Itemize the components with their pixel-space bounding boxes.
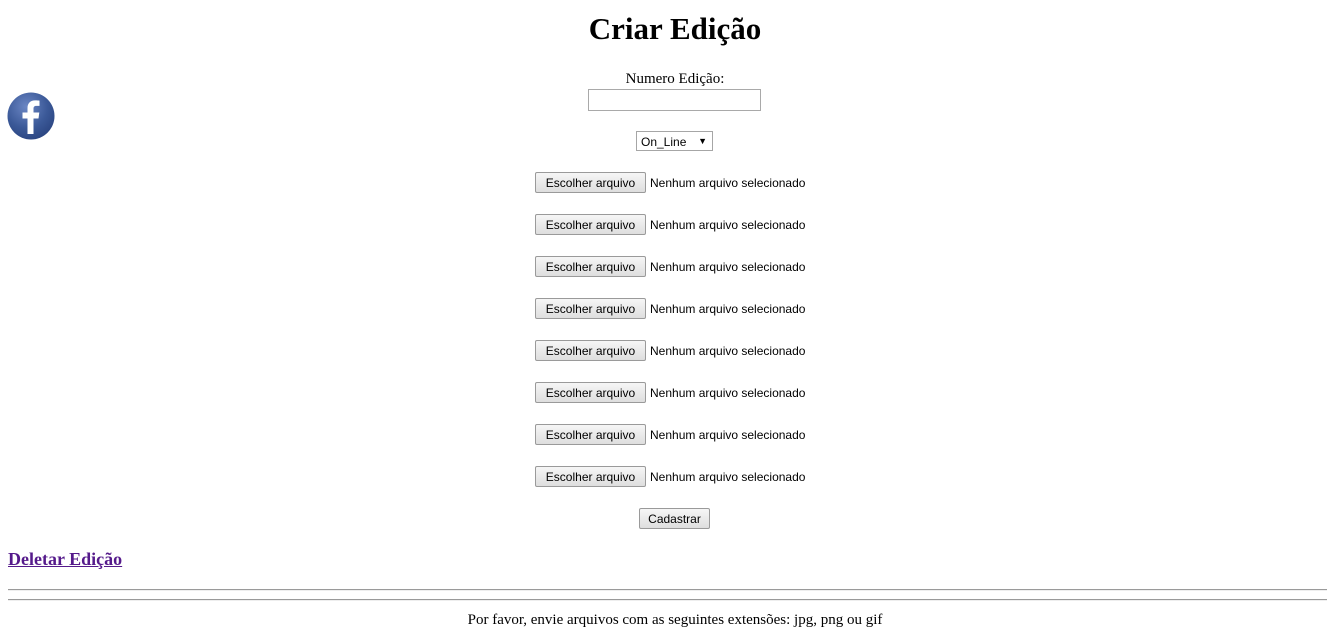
type-select-value: On_Line: [641, 135, 687, 149]
choose-file-button[interactable]: Escolher arquivo: [535, 466, 646, 487]
file-status-text: Nenhum arquivo selecionado: [650, 259, 806, 274]
divider: [8, 599, 1327, 601]
choose-file-button[interactable]: Escolher arquivo: [535, 172, 646, 193]
number-input[interactable]: [588, 89, 761, 111]
type-select[interactable]: On_Line ▼: [636, 131, 713, 151]
page-title: Criar Edição: [588, 11, 762, 46]
file-status-text: Nenhum arquivo selecionado: [650, 469, 806, 484]
facebook-icon[interactable]: [7, 92, 55, 140]
file-status-text: Nenhum arquivo selecionado: [650, 217, 806, 232]
file-input-row: Escolher arquivo Nenhum arquivo selecion…: [535, 298, 805, 319]
number-field-label: Numero Edição:: [625, 71, 725, 87]
choose-file-button[interactable]: Escolher arquivo: [535, 298, 646, 319]
delete-edition-link[interactable]: Deletar Edição: [8, 548, 122, 570]
file-input-row: Escolher arquivo Nenhum arquivo selecion…: [535, 382, 805, 403]
file-status-text: Nenhum arquivo selecionado: [650, 427, 806, 442]
file-input-row: Escolher arquivo Nenhum arquivo selecion…: [535, 340, 805, 361]
choose-file-button[interactable]: Escolher arquivo: [535, 424, 646, 445]
choose-file-button[interactable]: Escolher arquivo: [535, 214, 646, 235]
dropdown-arrow-icon: ▼: [698, 136, 707, 146]
file-status-text: Nenhum arquivo selecionado: [650, 175, 806, 190]
file-status-text: Nenhum arquivo selecionado: [650, 343, 806, 358]
file-input-row: Escolher arquivo Nenhum arquivo selecion…: [535, 424, 805, 445]
submit-button[interactable]: Cadastrar: [639, 508, 710, 529]
divider: [8, 589, 1327, 591]
file-input-row: Escolher arquivo Nenhum arquivo selecion…: [535, 256, 805, 277]
choose-file-button[interactable]: Escolher arquivo: [535, 340, 646, 361]
file-status-text: Nenhum arquivo selecionado: [650, 385, 806, 400]
file-input-row: Escolher arquivo Nenhum arquivo selecion…: [535, 214, 805, 235]
choose-file-button[interactable]: Escolher arquivo: [535, 382, 646, 403]
file-input-row: Escolher arquivo Nenhum arquivo selecion…: [535, 466, 805, 487]
file-status-text: Nenhum arquivo selecionado: [650, 301, 806, 316]
file-input-row: Escolher arquivo Nenhum arquivo selecion…: [535, 172, 805, 193]
choose-file-button[interactable]: Escolher arquivo: [535, 256, 646, 277]
file-extensions-note: Por favor, envie arquivos com as seguint…: [467, 612, 883, 628]
